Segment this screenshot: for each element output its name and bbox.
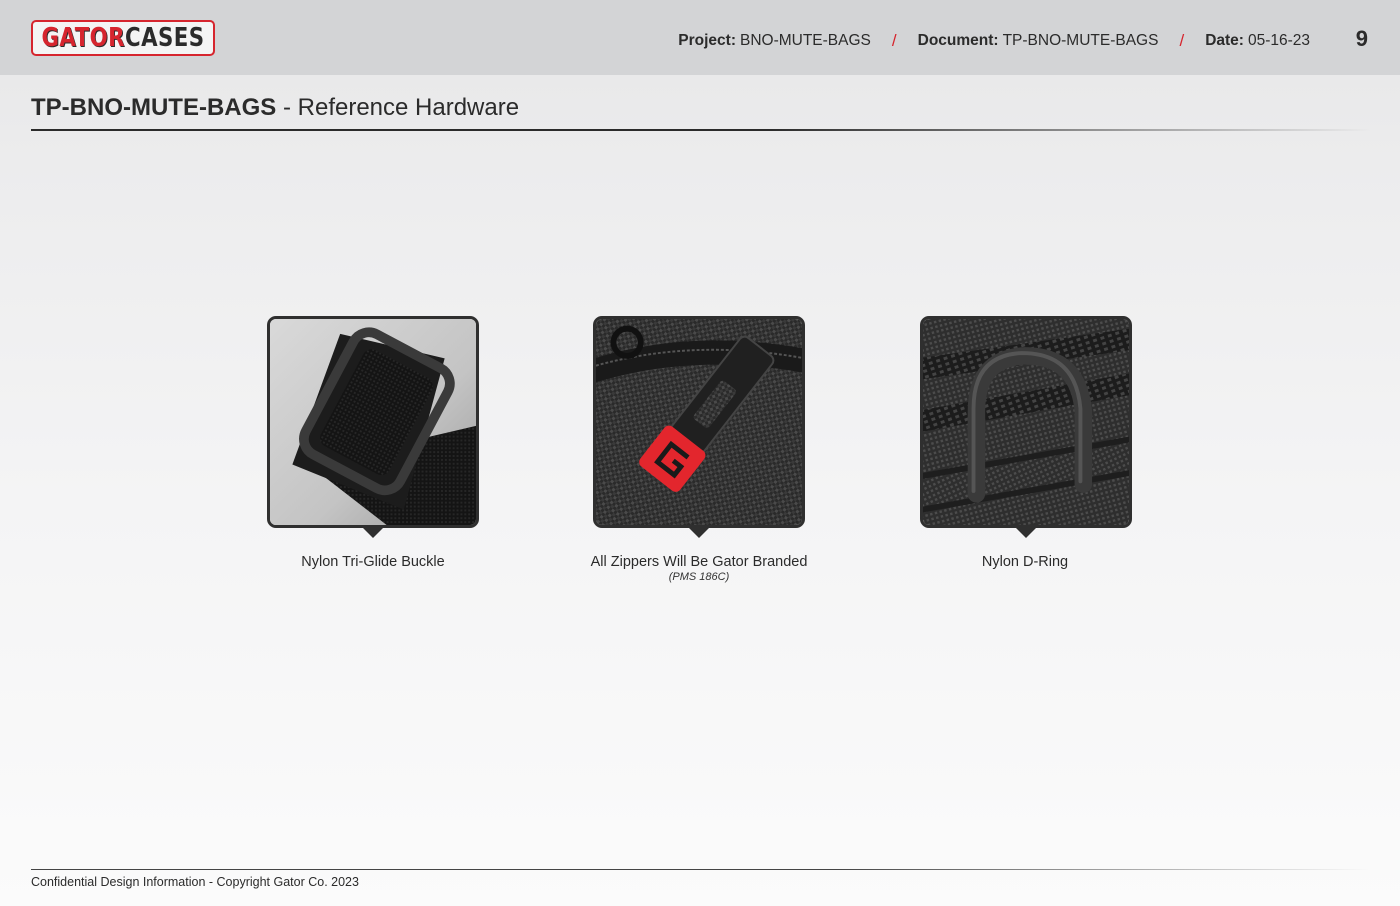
document-meta: Project: BNO-MUTE-BAGS / Document: TP-BN… [678, 30, 1310, 52]
page-title-code: TP-BNO-MUTE-BAGS [31, 94, 277, 121]
date-label: Date: [1205, 32, 1244, 49]
meta-separator: / [1179, 31, 1185, 50]
page-title-text: - Reference Hardware [276, 94, 520, 121]
zipper-image-icon [596, 319, 802, 525]
logo-gator-text: GATOR [41, 23, 126, 53]
logo-cases-text: CASES [125, 23, 205, 53]
gator-cases-logo: GATOR CASES [31, 20, 215, 56]
footer-copyright: Confidential Design Information - Copyri… [31, 875, 359, 889]
card-pointer [688, 527, 710, 538]
buckle-caption: Nylon Tri-Glide Buckle [301, 554, 445, 570]
project-value: BNO-MUTE-BAGS [739, 32, 871, 49]
page-header: GATOR CASES Project: BNO-MUTE-BAGS / Docu… [0, 0, 1400, 75]
buckle-image-icon [270, 319, 476, 525]
page-title: TP-BNO-MUTE-BAGS - Reference Hardware [31, 94, 519, 122]
d-ring-caption: Nylon D-Ring [981, 554, 1069, 570]
document-label: Document: [917, 32, 999, 49]
tri-glide-buckle-photo [267, 316, 479, 528]
zipper-color-note: (PMS 186C) [668, 571, 730, 583]
zipper-caption: All Zippers Will Be Gator Branded [590, 554, 808, 570]
project-label: Project: [678, 32, 736, 49]
title-divider [31, 129, 1371, 131]
meta-separator: / [891, 31, 897, 50]
page-number: 9 [1355, 26, 1368, 51]
card-pointer [362, 527, 384, 538]
date-value: 05-16-23 [1247, 32, 1310, 49]
gator-zipper-pull-photo [593, 316, 805, 528]
document-value: TP-BNO-MUTE-BAGS [1002, 32, 1159, 49]
d-ring-photo [920, 316, 1132, 528]
d-ring-image-icon [923, 319, 1129, 525]
footer-divider [31, 869, 1371, 870]
card-pointer [1015, 527, 1037, 538]
